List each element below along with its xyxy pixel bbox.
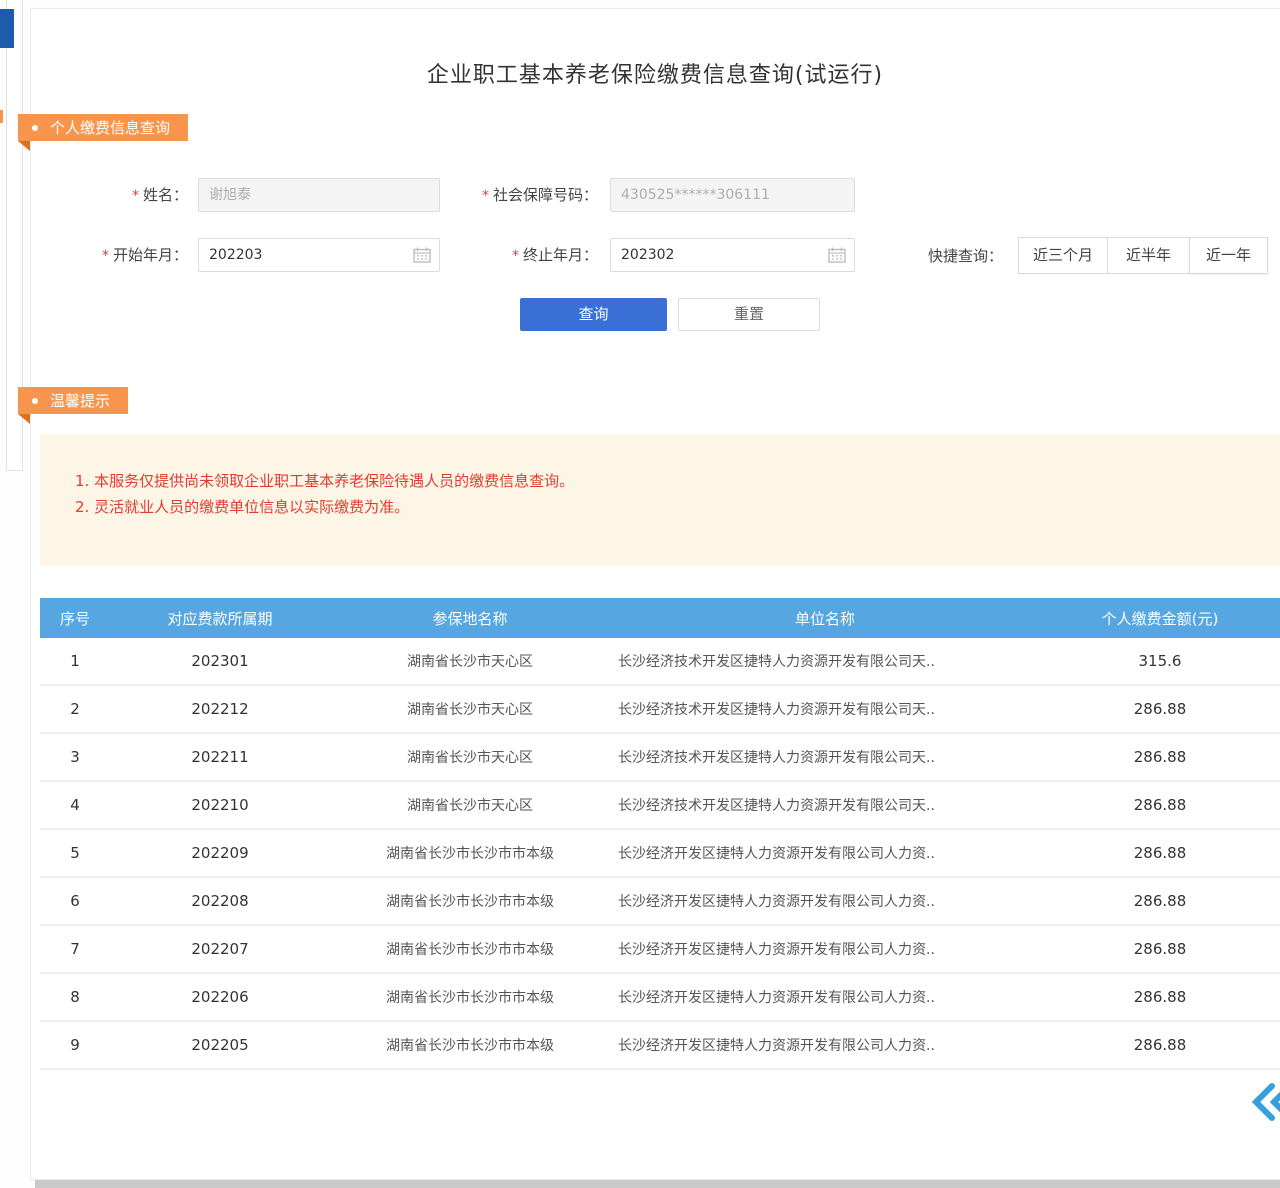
query-button[interactable]: 查询 bbox=[520, 298, 667, 331]
required-asterisk: * bbox=[132, 188, 139, 204]
required-asterisk: * bbox=[102, 248, 109, 264]
table-cell: 202206 bbox=[110, 974, 330, 1020]
table-row: 9202205湖南省长沙市长沙市市本级长沙经济开发区捷特人力资源开发有限公司人力… bbox=[40, 1022, 1280, 1070]
quick-option-halfyear[interactable]: 近半年 bbox=[1107, 237, 1190, 274]
table-cell: 湖南省长沙市长沙市市本级 bbox=[330, 878, 610, 924]
reset-button[interactable]: 重置 bbox=[678, 298, 820, 331]
table-cell: 5 bbox=[40, 830, 110, 876]
table-cell: 湖南省长沙市天心区 bbox=[330, 782, 610, 828]
bottom-scroll-edge bbox=[35, 1180, 1280, 1188]
table-cell: 286.88 bbox=[1040, 974, 1280, 1020]
left-edge-blue-tab bbox=[0, 9, 14, 48]
table-cell: 8 bbox=[40, 974, 110, 1020]
bullet-dot-icon bbox=[32, 398, 38, 404]
page-title: 企业职工基本养老保险缴费信息查询(试运行) bbox=[30, 57, 1280, 89]
ssn-field[interactable]: 430525******306111 bbox=[610, 178, 855, 212]
ssn-label: *社会保障号码： bbox=[460, 178, 598, 212]
calendar-icon[interactable] bbox=[828, 247, 846, 263]
col-header-company: 单位名称 bbox=[610, 598, 1040, 638]
table-cell: 长沙经济开发区捷特人力资源开发有限公司人力资.. bbox=[610, 878, 1040, 924]
table-cell: 9 bbox=[40, 1022, 110, 1068]
page: 企业职工基本养老保险缴费信息查询(试运行) 个人缴费信息查询 *姓名： 谢旭泰 … bbox=[0, 0, 1280, 1188]
table-body: 1202301湖南省长沙市天心区长沙经济技术开发区捷特人力资源开发有限公司天..… bbox=[40, 638, 1280, 1070]
section-badge-personal-query: 个人缴费信息查询 bbox=[18, 114, 188, 141]
calendar-icon[interactable] bbox=[413, 247, 431, 263]
notice-box: 1. 本服务仅提供尚未领取企业职工基本养老保险待遇人员的缴费信息查询。 2. 灵… bbox=[40, 434, 1280, 566]
table-cell: 202208 bbox=[110, 878, 330, 924]
table-cell: 2 bbox=[40, 686, 110, 732]
table-cell: 286.88 bbox=[1040, 782, 1280, 828]
table-row: 6202208湖南省长沙市长沙市市本级长沙经济开发区捷特人力资源开发有限公司人力… bbox=[40, 878, 1280, 926]
table-cell: 1 bbox=[40, 638, 110, 684]
table-cell: 6 bbox=[40, 878, 110, 924]
table-cell: 202212 bbox=[110, 686, 330, 732]
table-row: 2202212湖南省长沙市天心区长沙经济技术开发区捷特人力资源开发有限公司天..… bbox=[40, 686, 1280, 734]
table-cell: 4 bbox=[40, 782, 110, 828]
end-month-label: *终止年月： bbox=[460, 238, 598, 272]
table-cell: 3 bbox=[40, 734, 110, 780]
section-badge-label: 温馨提示 bbox=[50, 390, 110, 411]
table-cell: 湖南省长沙市长沙市市本级 bbox=[330, 830, 610, 876]
start-month-label: *开始年月： bbox=[60, 238, 188, 272]
table-header-row: 序号 对应费款所属期 参保地名称 单位名称 个人缴费金额(元) bbox=[40, 598, 1280, 638]
table-cell: 202207 bbox=[110, 926, 330, 972]
notice-line: 2. 灵活就业人员的缴费单位信息以实际缴费为准。 bbox=[75, 494, 574, 520]
table-cell: 315.6 bbox=[1040, 638, 1280, 684]
table-cell: 长沙经济开发区捷特人力资源开发有限公司人力资.. bbox=[610, 974, 1040, 1020]
table-cell: 202209 bbox=[110, 830, 330, 876]
table-cell: 202205 bbox=[110, 1022, 330, 1068]
col-header-amount: 个人缴费金额(元) bbox=[1040, 598, 1280, 638]
col-header-index: 序号 bbox=[40, 598, 110, 638]
table-cell: 7 bbox=[40, 926, 110, 972]
table-cell: 长沙经济开发区捷特人力资源开发有限公司人力资.. bbox=[610, 926, 1040, 972]
table-cell: 长沙经济技术开发区捷特人力资源开发有限公司天.. bbox=[610, 782, 1040, 828]
table-cell: 286.88 bbox=[1040, 830, 1280, 876]
quick-option-1year[interactable]: 近一年 bbox=[1189, 237, 1268, 274]
table-cell: 286.88 bbox=[1040, 1022, 1280, 1068]
table-cell: 长沙经济技术开发区捷特人力资源开发有限公司天.. bbox=[610, 638, 1040, 684]
table-cell: 202210 bbox=[110, 782, 330, 828]
table-row: 7202207湖南省长沙市长沙市市本级长沙经济开发区捷特人力资源开发有限公司人力… bbox=[40, 926, 1280, 974]
quick-option-3months[interactable]: 近三个月 bbox=[1018, 237, 1108, 274]
start-month-field[interactable]: 202203 bbox=[198, 238, 440, 272]
required-asterisk: * bbox=[482, 188, 489, 204]
col-header-period: 对应费款所属期 bbox=[110, 598, 330, 638]
table-cell: 长沙经济开发区捷特人力资源开发有限公司人力资.. bbox=[610, 1022, 1040, 1068]
quick-query-label: 快捷查询： bbox=[928, 238, 1006, 274]
table-cell: 长沙经济技术开发区捷特人力资源开发有限公司天.. bbox=[610, 734, 1040, 780]
table-cell: 286.88 bbox=[1040, 878, 1280, 924]
table-cell: 湖南省长沙市天心区 bbox=[330, 734, 610, 780]
table-cell: 286.88 bbox=[1040, 926, 1280, 972]
left-edge-orange-mark bbox=[0, 110, 3, 123]
name-label: *姓名： bbox=[60, 178, 188, 212]
section-badge-tips: 温馨提示 bbox=[18, 387, 128, 414]
required-asterisk: * bbox=[512, 248, 519, 264]
bullet-dot-icon bbox=[32, 125, 38, 131]
name-field[interactable]: 谢旭泰 bbox=[198, 178, 440, 212]
table-cell: 长沙经济技术开发区捷特人力资源开发有限公司天.. bbox=[610, 686, 1040, 732]
table-row: 5202209湖南省长沙市长沙市市本级长沙经济开发区捷特人力资源开发有限公司人力… bbox=[40, 830, 1280, 878]
table-cell: 湖南省长沙市天心区 bbox=[330, 686, 610, 732]
table-cell: 湖南省长沙市长沙市市本级 bbox=[330, 1022, 610, 1068]
table-row: 1202301湖南省长沙市天心区长沙经济技术开发区捷特人力资源开发有限公司天..… bbox=[40, 638, 1280, 686]
table-cell: 202211 bbox=[110, 734, 330, 780]
col-header-region: 参保地名称 bbox=[330, 598, 610, 638]
table-cell: 湖南省长沙市长沙市市本级 bbox=[330, 926, 610, 972]
notice-line: 1. 本服务仅提供尚未领取企业职工基本养老保险待遇人员的缴费信息查询。 bbox=[75, 468, 574, 494]
table-row: 3202211湖南省长沙市天心区长沙经济技术开发区捷特人力资源开发有限公司天..… bbox=[40, 734, 1280, 782]
section-badge-label: 个人缴费信息查询 bbox=[50, 117, 170, 138]
table-cell: 286.88 bbox=[1040, 734, 1280, 780]
table-row: 8202206湖南省长沙市长沙市市本级长沙经济开发区捷特人力资源开发有限公司人力… bbox=[40, 974, 1280, 1022]
table-row: 4202210湖南省长沙市天心区长沙经济技术开发区捷特人力资源开发有限公司天..… bbox=[40, 782, 1280, 830]
double-left-chevron-icon[interactable] bbox=[1252, 1082, 1280, 1122]
payment-table: 序号 对应费款所属期 参保地名称 单位名称 个人缴费金额(元) 1202301湖… bbox=[40, 598, 1280, 1070]
end-month-field[interactable]: 202302 bbox=[610, 238, 855, 272]
table-cell: 202301 bbox=[110, 638, 330, 684]
table-cell: 长沙经济开发区捷特人力资源开发有限公司人力资.. bbox=[610, 830, 1040, 876]
table-cell: 湖南省长沙市长沙市市本级 bbox=[330, 974, 610, 1020]
table-cell: 湖南省长沙市天心区 bbox=[330, 638, 610, 684]
table-cell: 286.88 bbox=[1040, 686, 1280, 732]
